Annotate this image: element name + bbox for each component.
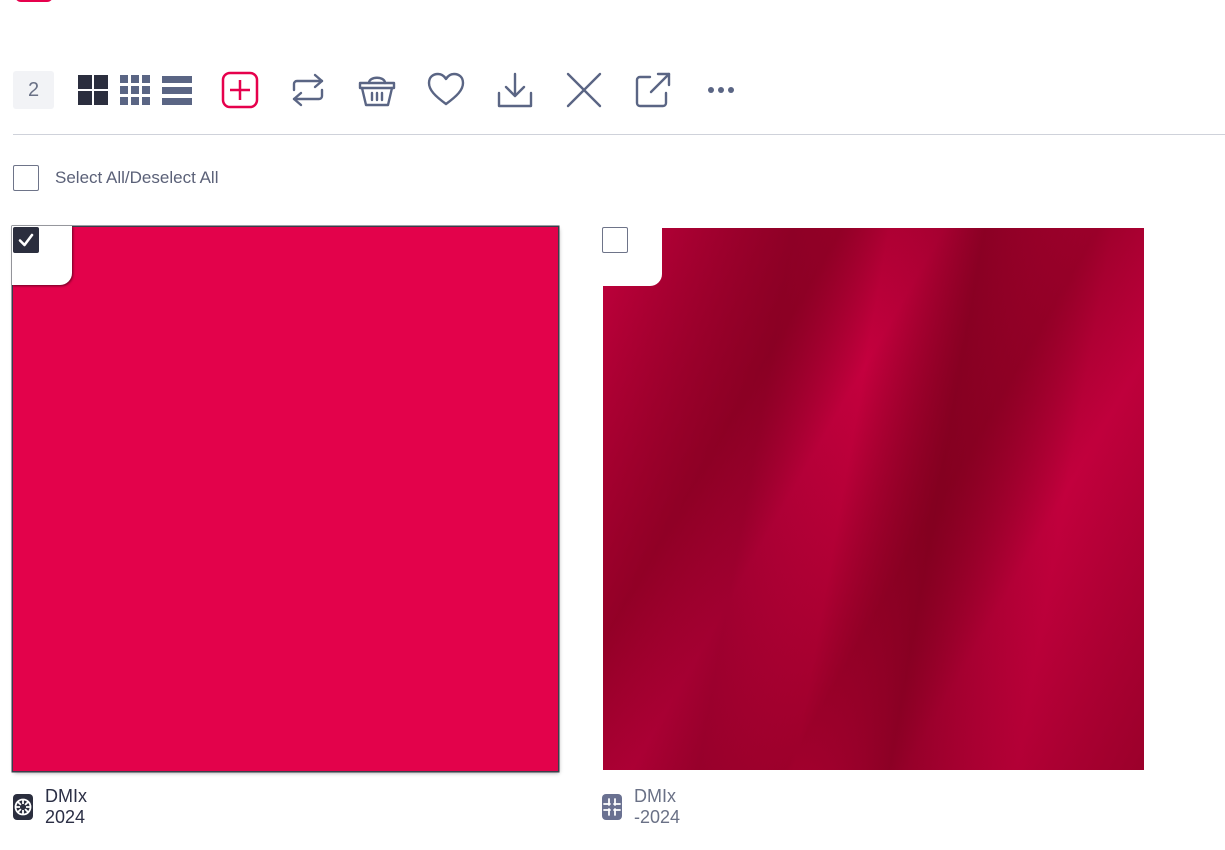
select-all-label: Select All/Deselect All: [55, 168, 219, 187]
crop-icon: [603, 798, 621, 816]
select-all-checkbox[interactable]: [13, 165, 39, 191]
large-grid-view-button[interactable]: [77, 68, 109, 112]
list-view-button[interactable]: [161, 68, 193, 112]
asset-checkbox-checked[interactable]: [13, 227, 39, 253]
basket-icon: [358, 76, 396, 107]
open-external-button[interactable]: [634, 68, 672, 112]
heart-icon: [427, 72, 465, 106]
share-button[interactable]: [289, 68, 327, 112]
asset-meta: DMIx 2024: [13, 786, 93, 828]
more-icon: [708, 87, 734, 93]
add-button[interactable]: [221, 68, 259, 112]
asset-type-badge: [602, 794, 622, 820]
toolbar: 2: [13, 68, 735, 112]
close-icon: [566, 72, 602, 108]
favorite-button[interactable]: [427, 68, 465, 112]
open-external-icon: [635, 72, 671, 108]
download-button[interactable]: [496, 68, 534, 112]
asset-thumbnail[interactable]: [13, 227, 558, 771]
small-grid-view-button[interactable]: [119, 68, 151, 112]
asset-type-badge: [13, 794, 33, 820]
toolbar-divider: [13, 134, 1225, 135]
asset-title[interactable]: DMIx 2024: [45, 786, 93, 828]
basket-button[interactable]: [358, 68, 396, 112]
asset-meta: DMIx -2024: [602, 786, 686, 828]
selected-count-badge: 2: [13, 71, 54, 109]
download-icon: [497, 72, 533, 108]
add-icon: [221, 71, 259, 109]
asset-thumbnail[interactable]: [603, 228, 1144, 770]
large-grid-icon: [78, 75, 108, 105]
small-grid-icon: [120, 75, 150, 105]
remove-button[interactable]: [565, 68, 603, 112]
aperture-icon: [14, 798, 32, 816]
list-view-icon: [162, 76, 192, 105]
asset-title[interactable]: DMIx -2024: [634, 786, 686, 828]
checkmark-icon: [18, 233, 34, 247]
more-options-button[interactable]: [707, 68, 735, 112]
select-all-control[interactable]: Select All/Deselect All: [13, 165, 218, 191]
share-icon: [292, 73, 324, 107]
top-stub-decoration: [15, 0, 53, 2]
asset-checkbox[interactable]: [602, 227, 628, 253]
